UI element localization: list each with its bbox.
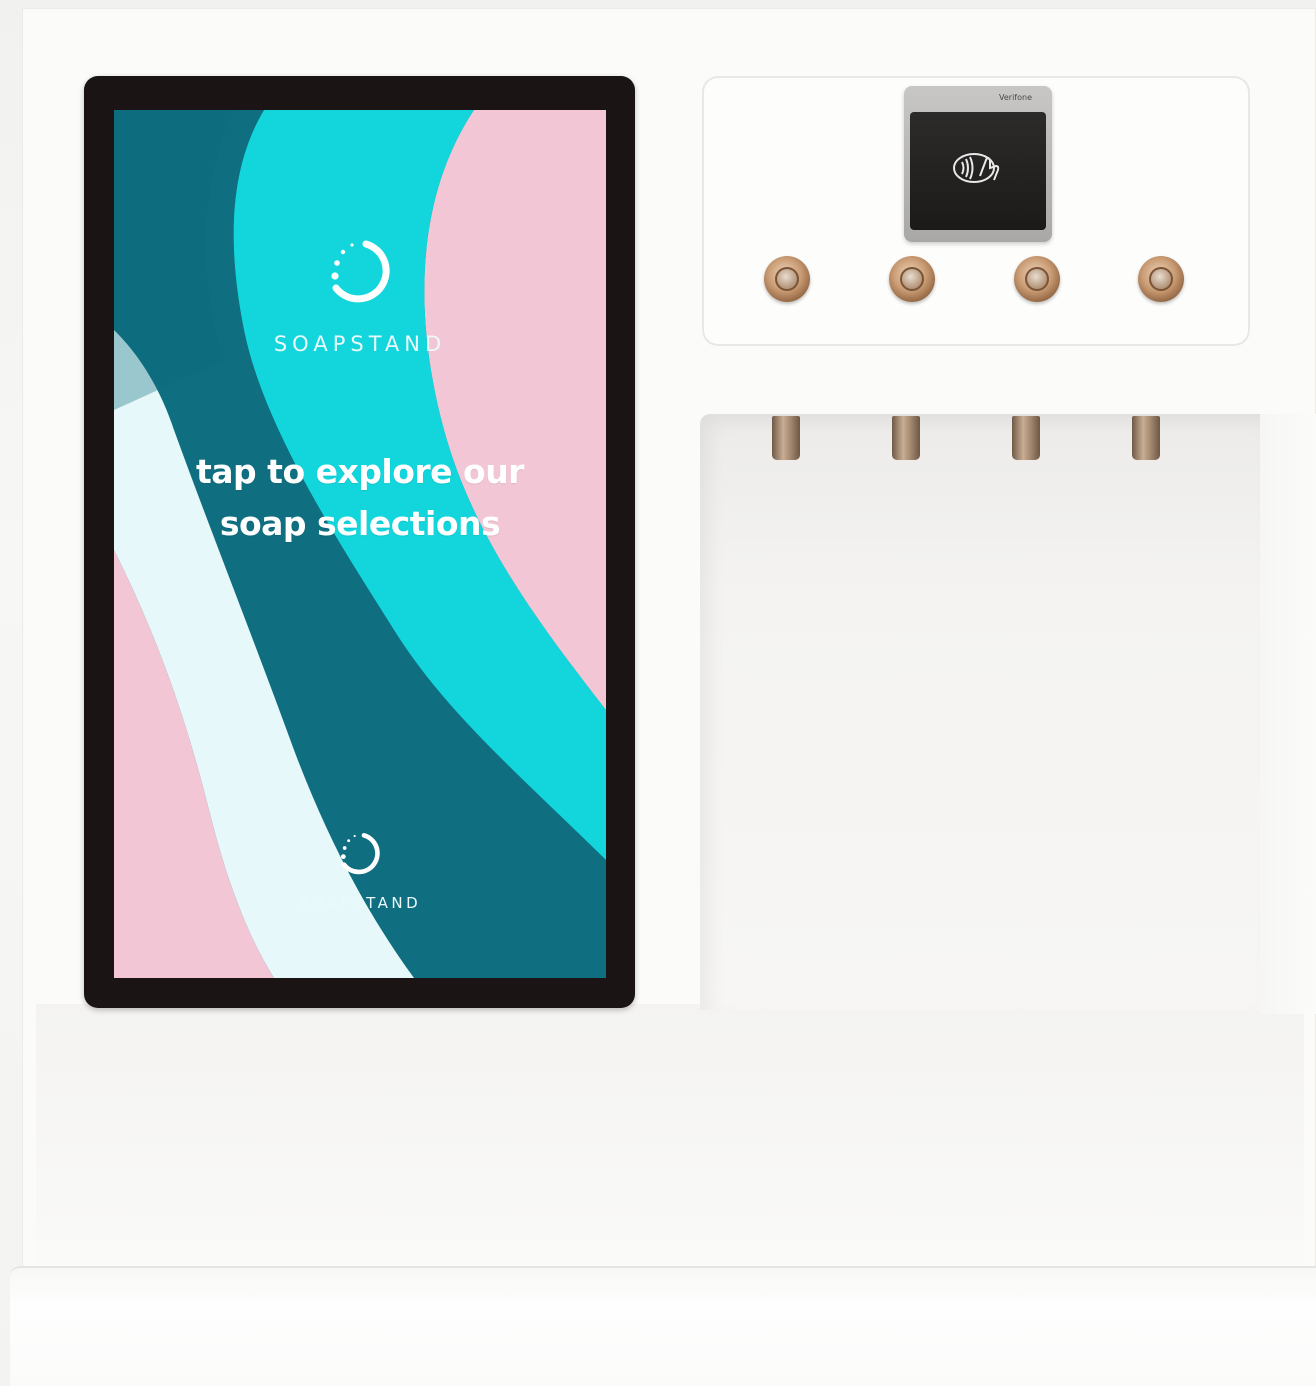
brand-block-bottom: SOAPSTAND [114,826,606,912]
nozzle-2 [892,416,920,460]
dispense-button-3[interactable] [1014,256,1060,302]
card-reader-brand: Verifone [999,93,1032,102]
nozzle-3 [1012,416,1040,460]
dispensing-bay [700,414,1260,1010]
kiosk-photo: SOAPSTAND tap to explore our soap select… [0,0,1316,1386]
kiosk-shelf [10,1266,1316,1386]
dispense-button-2[interactable] [889,256,935,302]
nozzle-1 [772,416,800,460]
headline[interactable]: tap to explore our soap selections [114,446,606,550]
touchscreen-bezel: SOAPSTAND tap to explore our soap select… [84,76,635,1008]
nozzle-4 [1132,416,1160,460]
headline-line-1: tap to explore our [196,452,524,491]
bay-right-wall [1260,414,1316,1014]
card-reader[interactable]: Verifone [904,86,1052,242]
soapstand-logo-icon [331,240,390,303]
contactless-tap-icon [953,153,1000,183]
control-panel: Verifone [702,76,1250,346]
dispense-button-4[interactable] [1138,256,1184,302]
kiosk-lower-panel [36,1004,1304,1266]
soapstand-logo-icon-small [340,833,380,875]
brand-name-bottom: SOAPSTAND [298,894,422,912]
touchscreen[interactable]: SOAPSTAND tap to explore our soap select… [114,110,606,978]
brand-name-top: SOAPSTAND [273,332,447,356]
card-reader-face[interactable] [910,112,1046,230]
brand-block-top: SOAPSTAND [114,230,606,356]
dispense-button-1[interactable] [764,256,810,302]
headline-line-2: soap selections [219,504,501,543]
